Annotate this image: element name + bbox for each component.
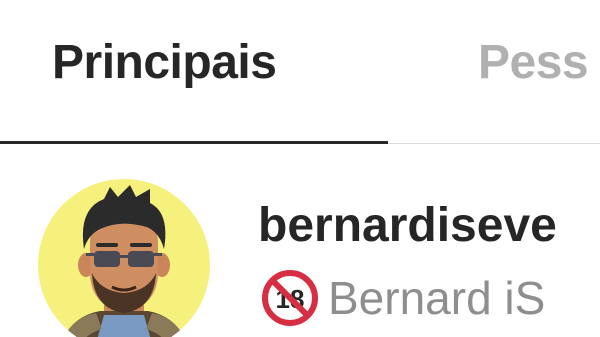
avatar[interactable] [38, 179, 210, 337]
result-fullname: Bernard iS [328, 272, 546, 324]
search-results-screen: Principais Pess bernardiseve Bernard iS [0, 0, 600, 337]
no-under-18-icon: 18 [262, 270, 318, 326]
result-username: bernardiseve [258, 199, 557, 252]
tab-principais[interactable]: Principais [52, 33, 277, 93]
result-subtitle: 18 Bernard iS [262, 270, 545, 326]
tab-pessoas[interactable]: Pess [478, 33, 589, 93]
search-result-row[interactable]: bernardiseve 18 Bernard iS [0, 144, 600, 337]
bitmoji-avatar-icon [63, 185, 185, 337]
search-tab-bar: Principais Pess [0, 0, 600, 144]
